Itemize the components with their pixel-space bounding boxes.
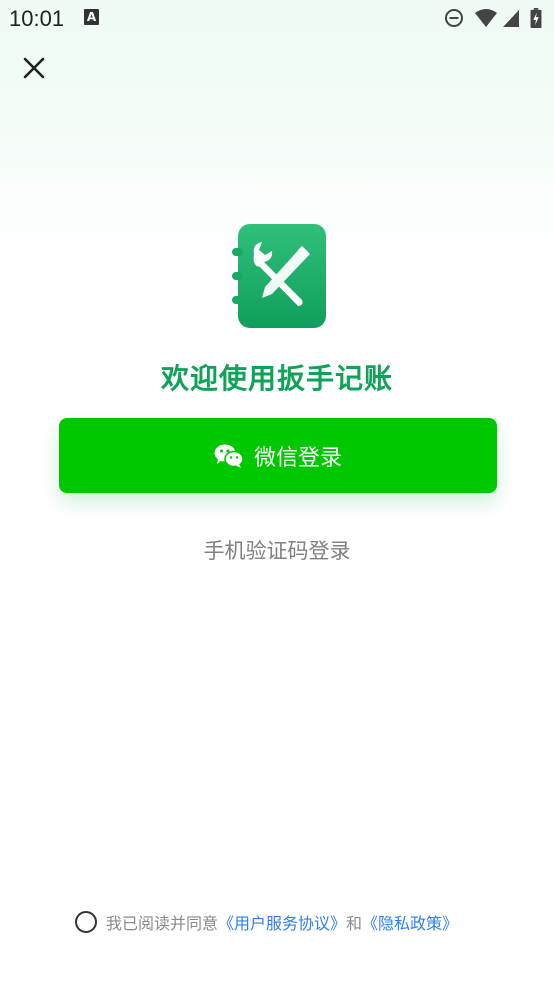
wifi-icon xyxy=(475,9,497,27)
status-bar: 10:01 A xyxy=(0,0,554,38)
agreement-prefix: 我已阅读并同意 xyxy=(106,914,219,933)
do-not-disturb-icon xyxy=(445,9,463,27)
app-title: 欢迎使用扳手记账 xyxy=(160,362,393,395)
signal-icon xyxy=(503,10,519,27)
user-terms-link[interactable]: 《用户服务协议》 xyxy=(218,910,346,934)
sms-code-login-link[interactable]: 手机验证码登录 xyxy=(0,535,554,565)
header-gradient-background xyxy=(0,0,554,260)
agreement-conjunction: 和 xyxy=(346,914,363,933)
close-icon[interactable] xyxy=(20,54,48,82)
wechat-login-button[interactable]: 微信登录 xyxy=(59,418,497,493)
battery-charging-icon xyxy=(530,8,542,28)
agreement-row: 我已阅读并同意 《用户服务协议》 和 《隐私政策》 xyxy=(75,909,458,935)
status-time: 10:01 xyxy=(9,6,65,31)
wrench-pencil-notebook-icon xyxy=(232,224,326,328)
agreement-checkbox[interactable] xyxy=(75,911,97,933)
privacy-policy-link[interactable]: 《隐私政策》 xyxy=(362,910,458,934)
wechat-login-label: 微信登录 xyxy=(253,445,342,471)
notification-letter-icon: A xyxy=(84,9,99,25)
wechat-icon xyxy=(214,444,244,468)
